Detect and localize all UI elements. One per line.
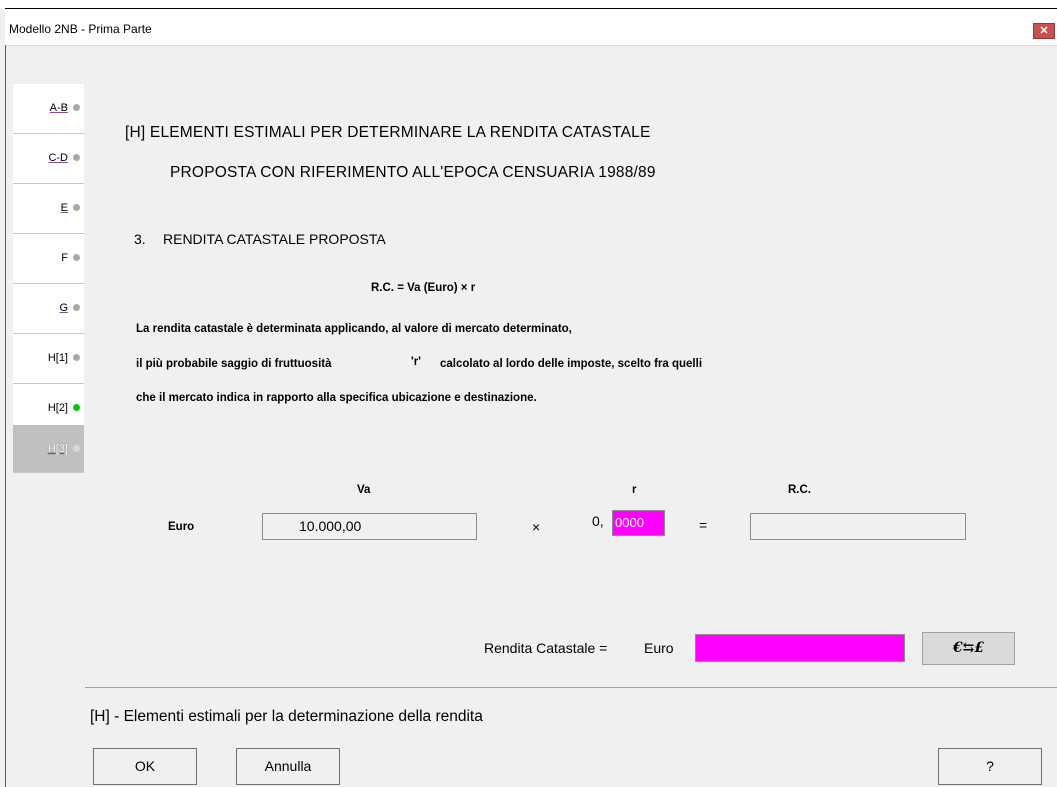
- tab-a-b[interactable]: A-B: [13, 84, 84, 134]
- tab-label: H[3]: [47, 443, 68, 455]
- currency-convert-icon: €⇆£: [952, 640, 985, 656]
- r-prefix: 0,: [592, 513, 604, 529]
- currency-convert-button[interactable]: €⇆£: [922, 632, 1015, 665]
- rendita-label: Rendita Catastale =: [484, 640, 608, 656]
- times-sign: ×: [532, 519, 541, 535]
- ok-button[interactable]: OK: [93, 748, 197, 785]
- footer-divider: [85, 687, 1057, 688]
- status-dot-icon: [73, 204, 80, 211]
- heading-line-1: [H] ELEMENTI ESTIMALI PER DETERMINARE LA…: [125, 124, 651, 141]
- status-dot-green-icon: [73, 404, 80, 411]
- description-r-symbol: 'r': [411, 356, 421, 368]
- status-dot-icon: [73, 354, 80, 361]
- status-dot-icon: [73, 154, 80, 161]
- cancel-button[interactable]: Annulla: [236, 748, 340, 785]
- tab-f[interactable]: F: [13, 234, 84, 284]
- r-input[interactable]: 0000: [612, 510, 665, 536]
- description-line-1: La rendita catastale è determinata appli…: [136, 323, 572, 335]
- footer-title: [H] - Elementi estimali per la determina…: [90, 708, 483, 725]
- section-number: 3.: [134, 231, 146, 247]
- tab-c-d[interactable]: C-D: [13, 134, 84, 184]
- status-dot-icon: [73, 445, 80, 452]
- title-bar: [5, 9, 1057, 45]
- window-title: Modello 2NB - Prima Parte: [9, 22, 152, 36]
- tab-label: H[1]: [47, 352, 68, 364]
- close-button[interactable]: ✕: [1033, 23, 1055, 39]
- va-header: Va: [357, 484, 371, 496]
- rendita-value-field: [695, 634, 905, 662]
- tab-g[interactable]: G: [13, 284, 84, 334]
- rc-field: [750, 513, 966, 540]
- tab-label: H[2]: [47, 402, 68, 414]
- status-dot-icon: [73, 254, 80, 261]
- description-line-2b: calcolato al lordo delle imposte, scelto…: [440, 358, 703, 370]
- tab-label: C-D: [48, 152, 68, 164]
- help-button[interactable]: ?: [938, 748, 1042, 785]
- description-line-2a: il più probabile saggio di fruttuosità: [136, 358, 332, 370]
- status-dot-icon: [73, 104, 80, 111]
- window-left-border: [5, 45, 6, 787]
- description-line-3: che il mercato indica in rapporto alla s…: [136, 392, 537, 404]
- tab-label: A-B: [49, 102, 68, 114]
- formula: R.C. = Va (Euro) × r: [371, 282, 476, 294]
- status-dot-icon: [73, 304, 80, 311]
- tab-label: F: [61, 252, 68, 264]
- tab-h3[interactable]: H[3]: [13, 425, 84, 473]
- va-value: 10.000,00: [299, 518, 362, 534]
- rc-header: R.C.: [788, 484, 811, 496]
- top-strip: [0, 0, 1057, 8]
- section-title: RENDITA CATASTALE PROPOSTA: [163, 231, 386, 247]
- tab-h1[interactable]: H[1]: [13, 334, 84, 384]
- title-separator: [5, 45, 1057, 46]
- tab-e[interactable]: E: [13, 184, 84, 234]
- tab-label: G: [59, 302, 68, 314]
- va-field: 10.000,00: [262, 513, 477, 540]
- heading-line-2: PROPOSTA CON RIFERIMENTO ALL'EPOCA CENSU…: [170, 164, 656, 181]
- tab-label: E: [60, 202, 68, 214]
- rendita-currency: Euro: [644, 640, 674, 656]
- euro-label: Euro: [168, 521, 195, 533]
- equals-sign: =: [699, 517, 708, 533]
- r-header: r: [632, 484, 637, 496]
